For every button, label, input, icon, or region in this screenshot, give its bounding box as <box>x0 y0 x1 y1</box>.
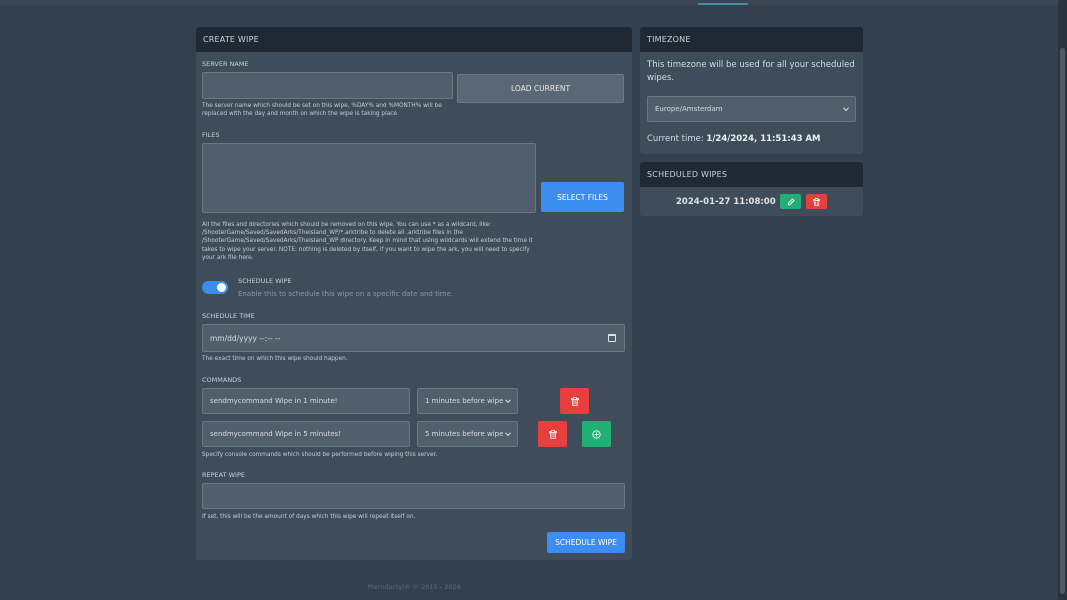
plus-circle-icon <box>592 429 601 439</box>
scrollbar-thumb[interactable] <box>1060 48 1065 594</box>
add-command-button[interactable] <box>582 421 611 447</box>
schedule-time-placeholder: mm/dd/yyyy --:-- -- <box>210 333 281 343</box>
command-timing-select-1[interactable]: 1 minutes before wipe <box>417 388 518 414</box>
command-input-1[interactable]: sendmycommand Wipe in 1 minute! <box>202 388 410 414</box>
create-wipe-panel: CREATE WIPE SERVER NAME LOAD CURRENT The… <box>196 27 632 560</box>
create-wipe-title: CREATE WIPE <box>196 27 632 52</box>
command-timing-value-1: 1 minutes before wipe <box>425 397 503 405</box>
command-timing-value-2: 5 minutes before wipe <box>425 430 503 438</box>
schedule-wipe-label: SCHEDULE WIPE <box>238 277 292 285</box>
files-label: FILES <box>202 131 220 139</box>
load-current-button[interactable]: LOAD CURRENT <box>457 74 624 103</box>
commands-label: COMMANDS <box>202 376 242 384</box>
delete-wipe-button[interactable] <box>806 194 827 209</box>
schedule-wipe-button[interactable]: SCHEDULE WIPE <box>547 532 625 553</box>
current-time-label: Current time: <box>647 134 704 144</box>
toggle-knob <box>217 283 226 292</box>
pencil-icon <box>787 197 795 205</box>
timezone-description: This timezone will be used for all your … <box>647 60 855 83</box>
timezone-title: TIMEZONE <box>640 27 863 52</box>
trash-icon <box>813 197 820 206</box>
trash-icon <box>548 429 557 439</box>
commands-help: Specify console commands which should be… <box>202 452 438 458</box>
repeat-wipe-label: REPEAT WIPE <box>202 471 245 479</box>
command-input-2[interactable]: sendmycommand Wipe in 5 minutes! <box>202 421 410 447</box>
schedule-wipe-help: Enable this to schedule this wipe on a s… <box>238 290 454 298</box>
trash-icon <box>570 396 579 406</box>
server-name-help: The server name which should be set on t… <box>202 103 442 118</box>
schedule-time-input[interactable]: mm/dd/yyyy --:-- -- <box>202 324 625 352</box>
chevron-down-icon <box>843 105 849 112</box>
chevron-down-icon <box>505 397 511 404</box>
scheduled-wipe-datetime: 2024-01-27 11:08:00 <box>676 197 776 207</box>
server-name-input[interactable] <box>202 72 453 99</box>
delete-command-1-button[interactable] <box>560 388 589 414</box>
current-time-value: 1/24/2024, 11:51:43 AM <box>706 134 821 144</box>
scheduled-wipes-title: SCHEDULED WIPES <box>640 162 863 187</box>
command-timing-select-2[interactable]: 5 minutes before wipe <box>417 421 518 447</box>
calendar-icon[interactable] <box>608 334 616 342</box>
timezone-selected-value: Europe/Amsterdam <box>655 105 723 113</box>
active-tab-indicator <box>698 3 748 5</box>
current-time: Current time: 1/24/2024, 11:51:43 AM <box>647 134 820 144</box>
select-files-button[interactable]: SELECT FILES <box>541 182 624 212</box>
delete-command-2-button[interactable] <box>538 421 567 447</box>
chevron-down-icon <box>505 430 511 437</box>
top-nav-bar <box>0 0 1058 5</box>
scheduled-wipe-row: 2024-01-27 11:08:00 <box>640 187 863 216</box>
footer-copyright: Pterodactyl® © 2015 - 2024 <box>367 583 461 591</box>
files-help: All the files and directories which shou… <box>202 222 533 261</box>
timezone-panel: TIMEZONE This timezone will be used for … <box>640 27 863 154</box>
schedule-time-help: The exact time on which this wipe should… <box>202 356 348 362</box>
timezone-select[interactable]: Europe/Amsterdam <box>647 96 856 122</box>
page-scrollbar[interactable] <box>1058 0 1067 600</box>
repeat-wipe-help: If set, this will be the amount of days … <box>202 514 416 520</box>
schedule-time-label: SCHEDULE TIME <box>202 312 255 320</box>
scheduled-wipes-panel: SCHEDULED WIPES 2024-01-27 11:08:00 <box>640 162 863 216</box>
files-input[interactable] <box>202 143 536 213</box>
server-name-label: SERVER NAME <box>202 60 249 68</box>
schedule-wipe-toggle[interactable] <box>202 281 228 294</box>
edit-wipe-button[interactable] <box>780 194 801 209</box>
repeat-wipe-input[interactable] <box>202 483 625 509</box>
